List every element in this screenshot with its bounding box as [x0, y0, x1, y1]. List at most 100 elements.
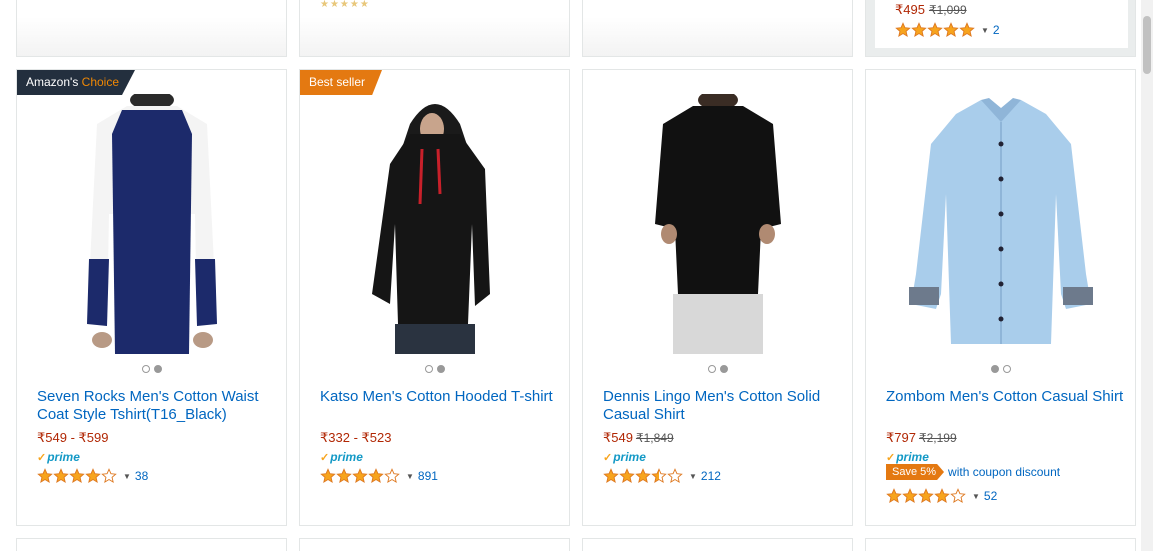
prime-badge: ✓prime: [320, 450, 363, 464]
star-full-icon: [886, 488, 902, 503]
carousel-dot-active[interactable]: [153, 365, 162, 373]
product-card-bottom-4[interactable]: [865, 538, 1136, 551]
product-card[interactable]: Best seller Katso Men's Cotton Hooded T-…: [299, 69, 570, 526]
rating[interactable]: ▼ 212: [603, 468, 721, 484]
carousel-dots[interactable]: [17, 365, 286, 373]
black-shirt-image: [632, 94, 803, 354]
product-title[interactable]: Seven Rocks Men's Cotton Waist Coat Styl…: [37, 388, 277, 424]
star-full-icon: [895, 22, 911, 37]
scrollbar-thumb[interactable]: [1143, 16, 1151, 74]
star-empty-icon: [101, 468, 117, 483]
carousel-dot[interactable]: [707, 365, 716, 373]
carousel-dot[interactable]: [141, 365, 150, 373]
review-count[interactable]: 212: [701, 469, 721, 483]
product-card-top-1[interactable]: [16, 0, 287, 57]
check-icon: ✓: [886, 452, 896, 464]
star-full-icon: [368, 468, 384, 483]
chevron-down-icon[interactable]: ▼: [972, 492, 980, 501]
product-card[interactable]: Dennis Lingo Men's Cotton Solid Casual S…: [582, 69, 853, 526]
product-card-top-2[interactable]: ★★★★★: [299, 0, 570, 57]
star-full-icon: [635, 468, 651, 483]
product-image[interactable]: [866, 94, 1135, 354]
star-full-icon: [603, 468, 619, 483]
carousel-dots[interactable]: [866, 365, 1135, 373]
price: ₹797 ₹2,199: [886, 430, 957, 445]
chevron-down-icon[interactable]: ▼: [123, 472, 131, 481]
review-count[interactable]: 52: [984, 489, 997, 503]
star-full-icon: [85, 468, 101, 483]
product-card[interactable]: Amazon's Choice Seven Rocks Men's Cotton…: [16, 69, 287, 526]
star-empty-icon: [667, 468, 683, 483]
product-title[interactable]: Dennis Lingo Men's Cotton Solid Casual S…: [603, 388, 843, 424]
amazons-choice-badge: Amazon's Choice: [17, 70, 135, 95]
best-seller-badge: Best seller: [300, 70, 382, 95]
coupon-offer[interactable]: Save 5% with coupon discount: [886, 464, 1060, 480]
chevron-down-icon[interactable]: ▼: [406, 472, 414, 481]
rating-stars-faint: ★★★★★: [320, 0, 370, 10]
carousel-dot[interactable]: [424, 365, 433, 373]
save-badge: Save 5%: [886, 464, 945, 480]
rating-stars: [895, 22, 975, 38]
price: ₹549 ₹1,849: [603, 430, 674, 445]
star-half-icon: [651, 468, 667, 483]
review-count[interactable]: 891: [418, 469, 438, 483]
prime-badge: ✓prime: [603, 450, 646, 464]
star-full-icon: [336, 468, 352, 483]
carousel-dot-active[interactable]: [436, 365, 445, 373]
price: ₹549 - ₹599: [37, 430, 109, 445]
product-title[interactable]: Zombom Men's Cotton Casual Shirt: [886, 388, 1126, 406]
star-empty-icon: [384, 468, 400, 483]
carousel-dots[interactable]: [583, 365, 852, 373]
carousel-dot-active[interactable]: [990, 365, 999, 373]
product-image[interactable]: [17, 94, 286, 354]
star-full-icon: [69, 468, 85, 483]
was-price: ₹2,199: [918, 431, 957, 445]
chevron-down-icon[interactable]: ▼: [981, 26, 989, 35]
product-card-bottom-1[interactable]: [16, 538, 287, 551]
rating-stars: [603, 468, 683, 484]
carousel-dot[interactable]: [1002, 365, 1011, 373]
product-image[interactable]: [583, 94, 852, 354]
star-full-icon: [959, 22, 975, 37]
price: ₹495 ₹1,099: [895, 2, 967, 17]
waistcoat-tshirt-image: [66, 94, 237, 354]
star-full-icon: [934, 488, 950, 503]
was-price: ₹1,849: [635, 431, 674, 445]
carousel-dots[interactable]: [300, 365, 569, 373]
rating[interactable]: ▼ 2: [895, 22, 1000, 38]
product-card-bottom-3[interactable]: [582, 538, 853, 551]
chevron-down-icon[interactable]: ▼: [689, 472, 697, 481]
review-count[interactable]: 2: [993, 23, 1000, 37]
star-full-icon: [943, 22, 959, 37]
price: ₹332 - ₹523: [320, 430, 392, 445]
product-card-bottom-2[interactable]: [299, 538, 570, 551]
star-full-icon: [902, 488, 918, 503]
carousel-dot-active[interactable]: [719, 365, 728, 373]
star-full-icon: [53, 468, 69, 483]
check-icon: ✓: [37, 452, 47, 464]
star-empty-icon: [950, 488, 966, 503]
product-card-top-3[interactable]: [582, 0, 853, 57]
review-count[interactable]: 38: [135, 469, 148, 483]
product-image[interactable]: [300, 94, 569, 354]
hooded-tshirt-image: [349, 94, 520, 354]
product-card[interactable]: Zombom Men's Cotton Casual Shirt ₹797 ₹2,…: [865, 69, 1136, 526]
star-full-icon: [927, 22, 943, 37]
scrollbar-track[interactable]: [1141, 0, 1153, 551]
coupon-text[interactable]: with coupon discount: [948, 465, 1060, 479]
was-price: ₹1,099: [928, 3, 967, 17]
rating-stars: [886, 488, 966, 504]
rating[interactable]: ▼ 38: [37, 468, 148, 484]
rating[interactable]: ▼ 52: [886, 488, 997, 504]
check-icon: ✓: [320, 452, 330, 464]
blue-shirt-image: [900, 94, 1101, 354]
star-full-icon: [352, 468, 368, 483]
prime-badge: ✓prime: [37, 450, 80, 464]
star-full-icon: [911, 22, 927, 37]
star-full-icon: [619, 468, 635, 483]
rating-stars: [37, 468, 117, 484]
prime-badge: ✓prime: [886, 450, 929, 464]
product-title[interactable]: Katso Men's Cotton Hooded T-shirt: [320, 388, 560, 406]
rating[interactable]: ▼ 891: [320, 468, 438, 484]
product-card-top-4[interactable]: ₹495 ₹1,099 ▼ 2: [865, 0, 1136, 57]
